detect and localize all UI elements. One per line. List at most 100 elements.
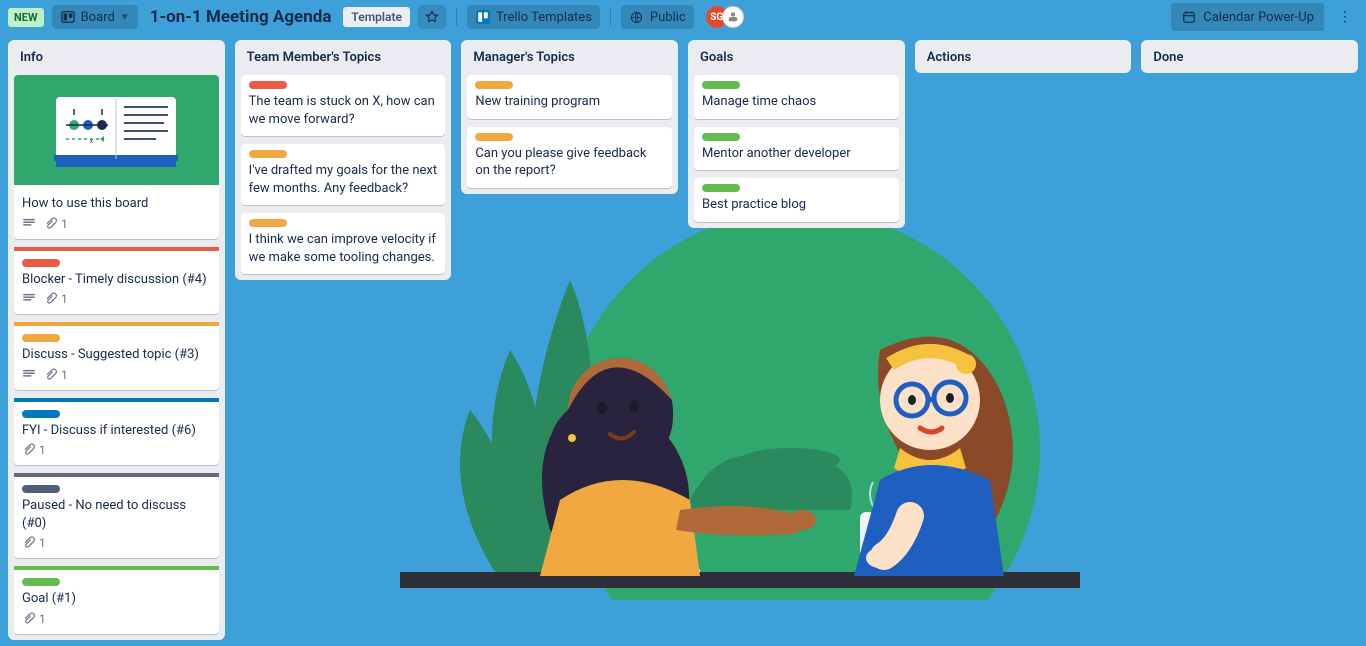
- card-top-stripe: [14, 247, 219, 251]
- card-label[interactable]: [475, 81, 513, 89]
- chevron-down-icon: ▼: [120, 12, 130, 23]
- calendar-icon: [1181, 9, 1197, 25]
- new-badge: NEW: [8, 8, 44, 27]
- board-canvas: InfoxHow to use this board1Blocker - Tim…: [0, 34, 1366, 646]
- list[interactable]: Team Member's Topics The team is stuck on…: [235, 40, 452, 280]
- card-title: I've drafted my goals for the next few m…: [249, 162, 438, 197]
- card-label[interactable]: [22, 410, 60, 418]
- card[interactable]: Paused - No need to discuss (#0) 1: [14, 473, 219, 558]
- description-icon: [22, 368, 36, 382]
- divider: [610, 8, 611, 26]
- star-icon: [424, 9, 440, 25]
- more-menu-icon[interactable]: ⋮: [1332, 5, 1358, 29]
- card[interactable]: Mentor another developer: [694, 127, 899, 171]
- avatar-bot[interactable]: [722, 6, 744, 28]
- attachment-badge: 1: [44, 217, 68, 231]
- list[interactable]: Manager's Topics New training program Can …: [461, 40, 678, 194]
- card[interactable]: Goal (#1) 1: [14, 566, 219, 634]
- trello-logo-icon: [475, 9, 491, 25]
- card-label[interactable]: [22, 485, 60, 493]
- card-title: Blocker - Timely discussion (#4): [22, 271, 211, 289]
- board-title[interactable]: 1-on-1 Meeting Agenda: [146, 7, 336, 27]
- card-top-stripe: [14, 473, 219, 477]
- card-title: FYI - Discuss if interested (#6): [22, 422, 211, 440]
- calendar-powerup-button[interactable]: Calendar Power-Up: [1171, 3, 1324, 31]
- visibility-label: Public: [650, 10, 686, 25]
- card-badges: 1: [22, 292, 211, 306]
- list[interactable]: Actions: [915, 40, 1132, 73]
- card[interactable]: Manage time chaos: [694, 75, 899, 119]
- card[interactable]: Discuss - Suggested topic (#3) 1: [14, 322, 219, 390]
- card[interactable]: I think we can improve velocity if we ma…: [241, 213, 446, 274]
- list-title[interactable]: Goals: [694, 48, 899, 67]
- card[interactable]: Blocker - Timely discussion (#4) 1: [14, 247, 219, 315]
- card[interactable]: x How to use this board 1: [14, 75, 219, 239]
- board-header: NEW Board ▼ 1-on-1 Meeting Agenda Templa…: [0, 0, 1366, 34]
- card-label[interactable]: [249, 150, 287, 158]
- list-title[interactable]: Manager's Topics: [467, 48, 672, 67]
- card-badges: 1: [22, 612, 211, 626]
- card-title: Best practice blog: [702, 196, 891, 214]
- card-label[interactable]: [249, 219, 287, 227]
- visibility-button[interactable]: Public: [621, 5, 694, 29]
- card-title: How to use this board: [22, 195, 211, 213]
- card-title: Goal (#1): [22, 590, 211, 608]
- card[interactable]: I've drafted my goals for the next few m…: [241, 144, 446, 205]
- list[interactable]: InfoxHow to use this board1Blocker - Tim…: [8, 40, 225, 640]
- list-title[interactable]: Team Member's Topics: [241, 48, 446, 67]
- card-label[interactable]: [249, 81, 287, 89]
- board-view-label: Board: [81, 10, 115, 25]
- member-avatars[interactable]: SG: [706, 6, 744, 28]
- card[interactable]: New training program: [467, 75, 672, 119]
- svg-text:x: x: [90, 138, 93, 145]
- calendar-label: Calendar Power-Up: [1203, 10, 1314, 25]
- card-title: Mentor another developer: [702, 145, 891, 163]
- card-badges: 1: [22, 536, 211, 550]
- card-label[interactable]: [22, 334, 60, 342]
- card-top-stripe: [14, 566, 219, 570]
- list-title[interactable]: Actions: [921, 48, 1126, 67]
- card-title: I think we can improve velocity if we ma…: [249, 231, 438, 266]
- card-title: New training program: [475, 93, 664, 111]
- card-badges: 1: [22, 217, 211, 231]
- card-label[interactable]: [22, 259, 60, 267]
- card-badges: 1: [22, 368, 211, 382]
- attachment-badge: 1: [22, 612, 46, 626]
- board-icon: [60, 9, 76, 25]
- card-label[interactable]: [22, 578, 60, 586]
- card-title: Manage time chaos: [702, 93, 891, 111]
- card-label[interactable]: [475, 133, 513, 141]
- card-label[interactable]: [702, 184, 740, 192]
- card-top-stripe: [14, 322, 219, 326]
- attachment-badge: 1: [44, 292, 68, 306]
- card-badges: 1: [22, 443, 211, 457]
- card-label[interactable]: [702, 81, 740, 89]
- trello-templates-label: Trello Templates: [496, 10, 592, 25]
- globe-icon: [629, 9, 645, 25]
- trello-templates-link[interactable]: Trello Templates: [467, 5, 600, 29]
- card[interactable]: The team is stuck on X, how can we move …: [241, 75, 446, 136]
- card-top-stripe: [14, 398, 219, 402]
- star-button[interactable]: [418, 5, 446, 29]
- attachment-badge: 1: [22, 443, 46, 457]
- list-title[interactable]: Done: [1147, 48, 1352, 67]
- divider: [456, 8, 457, 26]
- card-label[interactable]: [702, 133, 740, 141]
- attachment-badge: 1: [22, 536, 46, 550]
- card[interactable]: Can you please give feedback on the repo…: [467, 127, 672, 188]
- template-badge[interactable]: Template: [343, 7, 410, 27]
- attachment-badge: 1: [44, 368, 68, 382]
- description-icon: [22, 292, 36, 306]
- card-title: Can you please give feedback on the repo…: [475, 145, 664, 180]
- board-view-switcher[interactable]: Board ▼: [52, 5, 138, 29]
- card-title: The team is stuck on X, how can we move …: [249, 93, 438, 128]
- card-title: Discuss - Suggested topic (#3): [22, 346, 211, 364]
- list-title[interactable]: Info: [14, 48, 219, 67]
- description-icon: [22, 217, 36, 231]
- list[interactable]: Done: [1141, 40, 1358, 73]
- list[interactable]: Goals Manage time chaos Mentor another dev…: [688, 40, 905, 228]
- card-title: Paused - No need to discuss (#0): [22, 497, 211, 532]
- card[interactable]: Best practice blog: [694, 178, 899, 222]
- card-cover: x: [14, 75, 219, 185]
- card[interactable]: FYI - Discuss if interested (#6) 1: [14, 398, 219, 466]
